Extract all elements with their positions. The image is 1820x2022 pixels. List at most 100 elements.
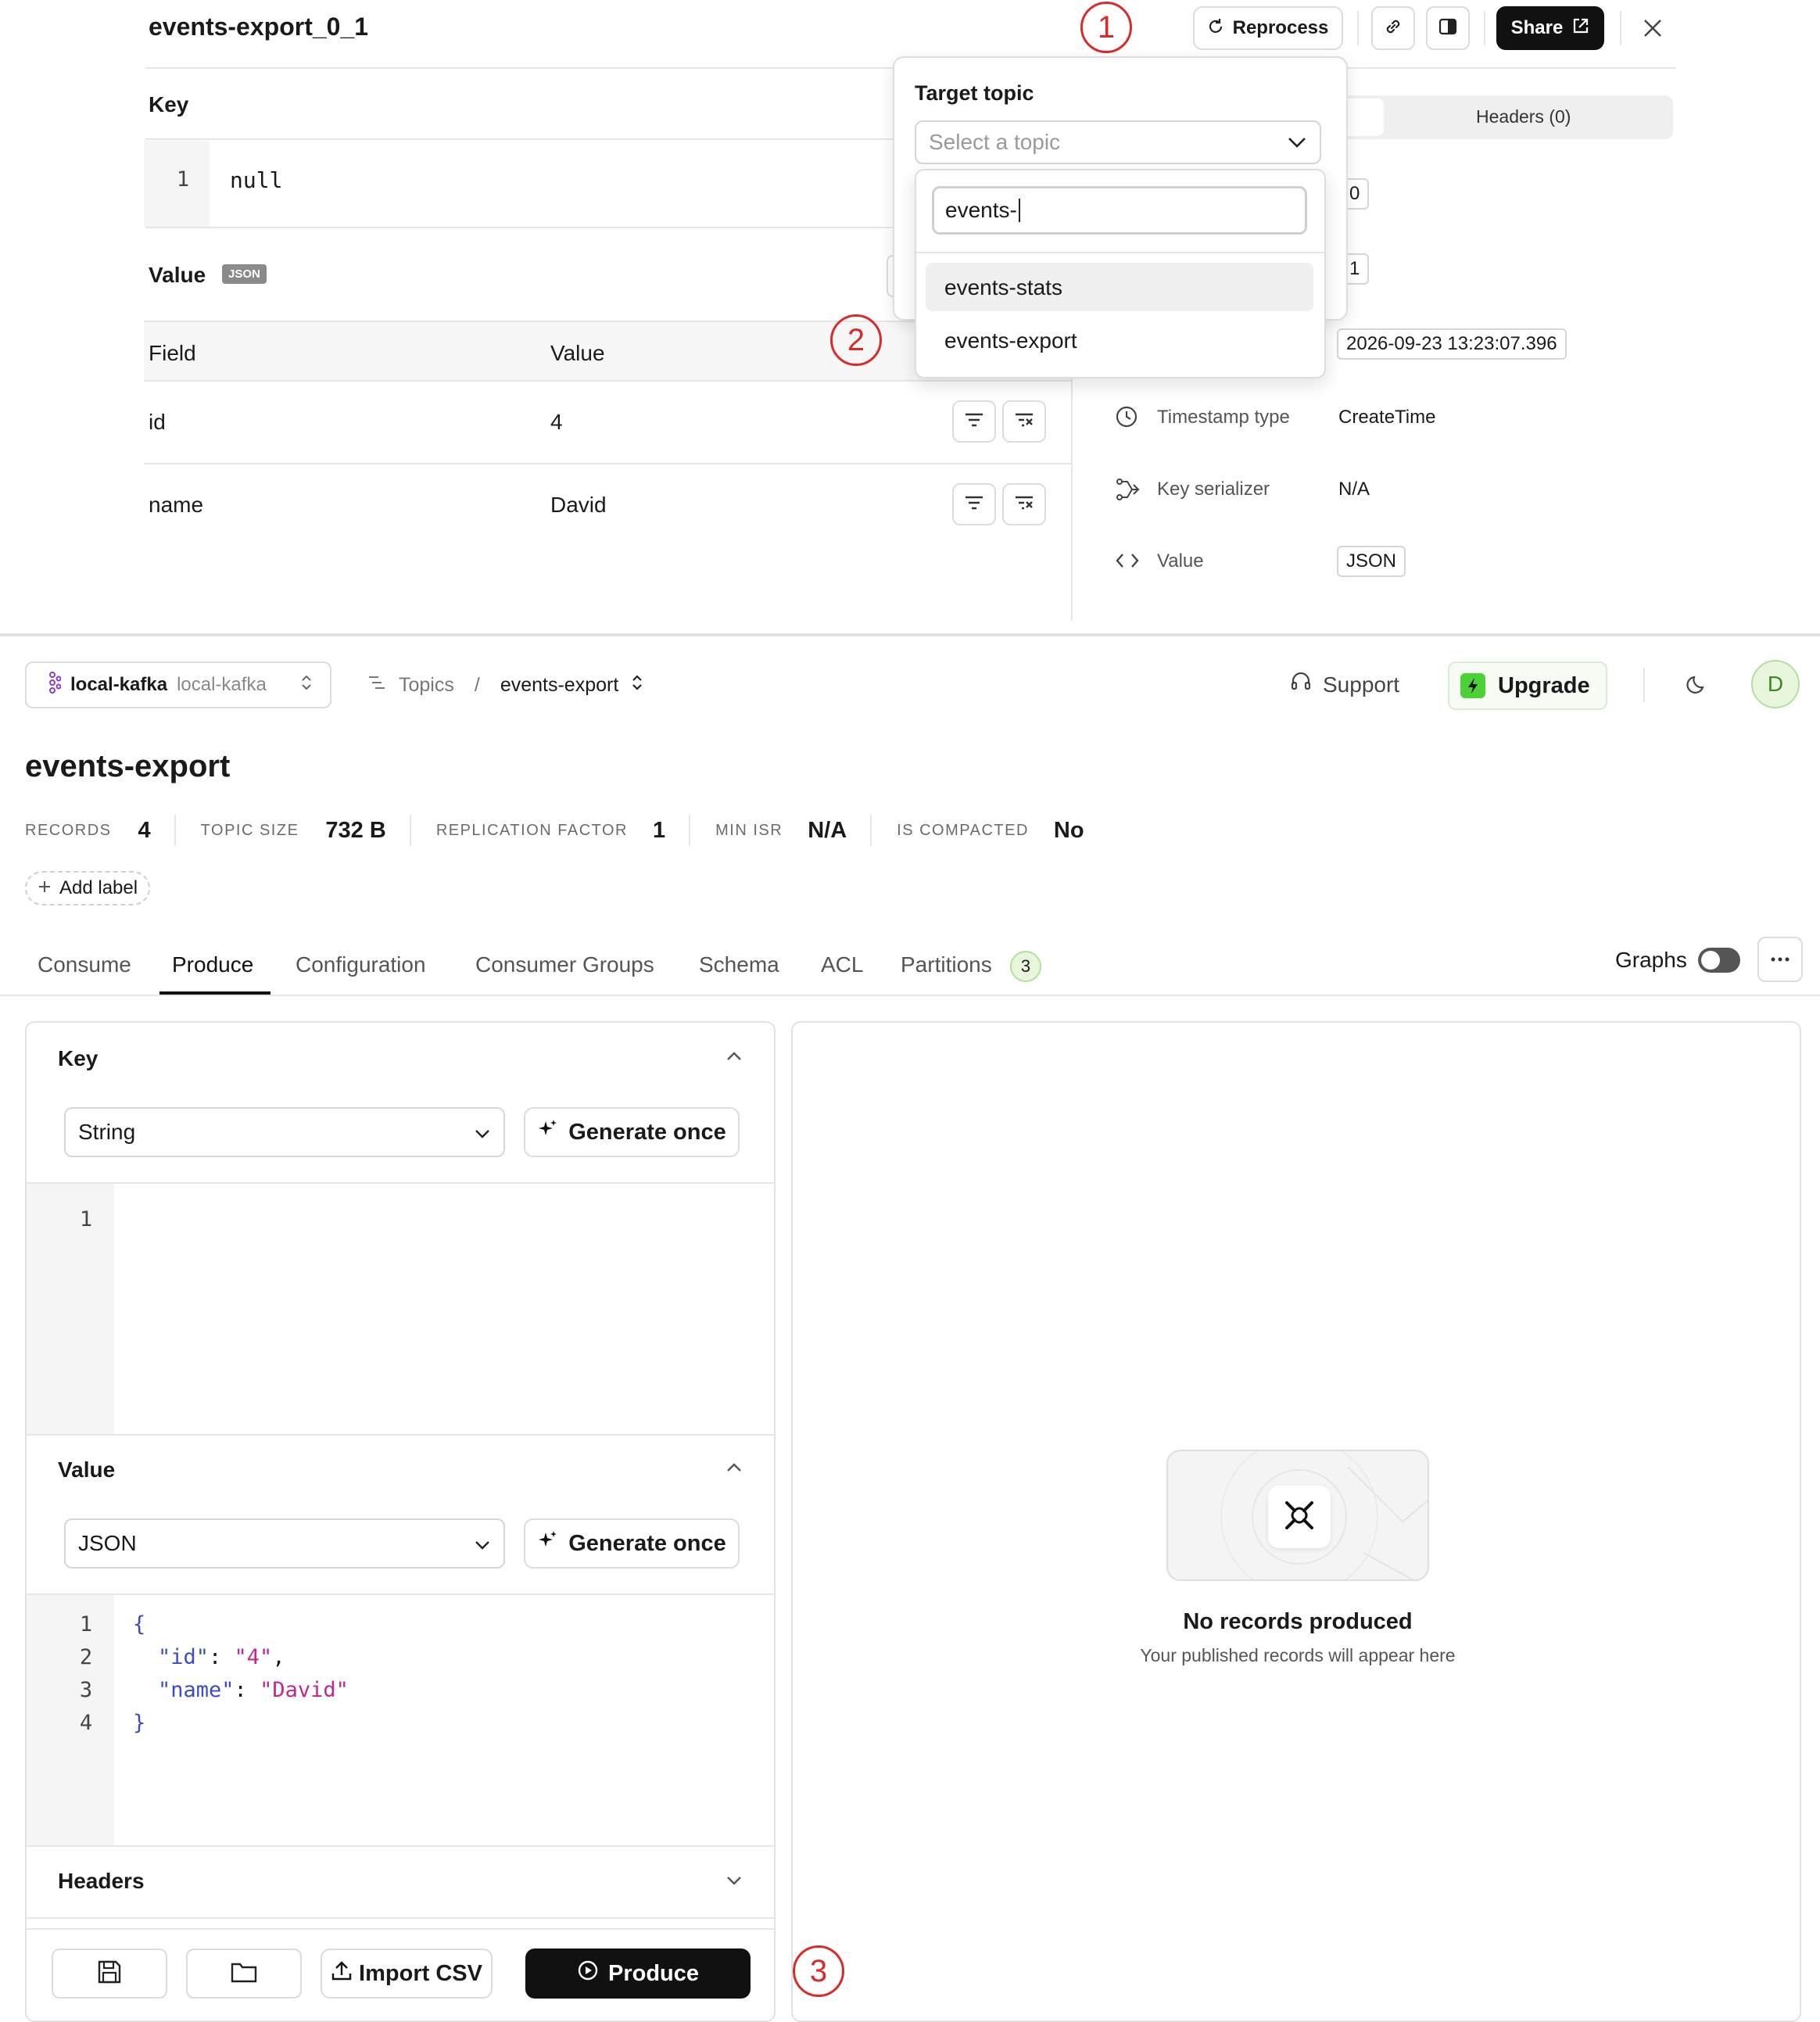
clock-icon xyxy=(1115,405,1138,432)
theme-toggle[interactable] xyxy=(1686,672,1709,700)
stat-value: N/A xyxy=(808,817,847,843)
code-line: "name": "David" xyxy=(158,1678,349,1702)
filter-include-button[interactable] xyxy=(952,400,996,443)
ellipsis-icon xyxy=(1770,952,1790,966)
empty-state-icon-tile xyxy=(1268,1486,1331,1548)
topic-select[interactable]: Select a topic xyxy=(915,120,1321,164)
tab-acl[interactable]: ACL xyxy=(821,952,863,977)
key-format-select[interactable]: String xyxy=(64,1107,505,1157)
empty-state-title: No records produced xyxy=(1183,1609,1413,1634)
key-serializer-icon xyxy=(1115,477,1140,506)
key-generate-button[interactable]: Generate once xyxy=(524,1107,740,1157)
tab-configuration[interactable]: Configuration xyxy=(296,952,426,977)
page-title: events-export xyxy=(25,749,231,783)
code-line: { xyxy=(133,1612,146,1637)
callout-1: 1 xyxy=(1080,2,1132,53)
topic-option-events-stats[interactable]: events-stats xyxy=(926,263,1313,311)
breadcrumb-topics[interactable]: Topics xyxy=(399,674,454,697)
chevron-down-icon[interactable] xyxy=(725,1875,743,1890)
stat-label: IS COMPACTED xyxy=(897,821,1029,839)
generate-label: Generate once xyxy=(568,1530,726,1556)
more-options-button[interactable] xyxy=(1757,937,1803,982)
key-editor[interactable]: 1 xyxy=(27,1184,774,1434)
code-icon xyxy=(1115,550,1140,575)
filter-exclude-button[interactable] xyxy=(1002,400,1046,443)
value-header: Value xyxy=(550,341,605,365)
key-line-number: 1 xyxy=(176,167,190,192)
load-template-button[interactable] xyxy=(186,1949,302,1999)
play-circle-icon xyxy=(577,1959,599,1988)
tab-partitions[interactable]: Partitions xyxy=(901,952,992,977)
chevron-up-icon[interactable] xyxy=(725,1462,743,1477)
value-generate-button[interactable]: Generate once xyxy=(524,1518,740,1568)
import-csv-button[interactable]: Import CSV xyxy=(321,1949,493,1999)
value-editor[interactable]: 1 2 3 4 { "id": "4", "name": "David" } xyxy=(27,1595,774,1845)
topic-option-label: events-stats xyxy=(944,275,1062,299)
timestamp-value: 2026-09-23 13:23:07.396 xyxy=(1337,328,1567,360)
headset-icon xyxy=(1290,671,1312,698)
produce-button[interactable]: Produce xyxy=(525,1949,751,1999)
chevron-up-icon[interactable] xyxy=(725,1051,743,1066)
stats-row: RECORDS 4 TOPIC SIZE 732 B REPLICATION F… xyxy=(25,813,1084,848)
breadcrumb-topic[interactable]: events-export xyxy=(500,674,618,697)
plus-icon xyxy=(38,877,52,899)
empty-state-subtitle: Your published records will appear here xyxy=(1140,1645,1456,1665)
add-label-button[interactable]: Add label xyxy=(25,871,151,905)
value-serializer-value: JSON xyxy=(1337,546,1406,577)
tab-consume[interactable]: Consume xyxy=(38,952,131,977)
toggle-knob xyxy=(1701,951,1720,970)
upgrade-button[interactable]: Upgrade xyxy=(1448,661,1607,710)
value-format-value: JSON xyxy=(78,1531,137,1555)
import-csv-label: Import CSV xyxy=(359,1960,482,1986)
value-format-select[interactable]: JSON xyxy=(64,1518,505,1568)
json-badge: JSON xyxy=(222,264,267,284)
value-section-title: Value xyxy=(58,1457,116,1482)
produce-label: Produce xyxy=(607,1960,700,1986)
graphs-toggle[interactable] xyxy=(1698,948,1740,973)
refresh-icon xyxy=(1208,17,1223,39)
kafka-icon xyxy=(44,671,62,699)
key-format-value: String xyxy=(78,1120,136,1144)
filter-include-button[interactable] xyxy=(952,483,996,525)
record-title: events-export_0_1 xyxy=(149,13,369,41)
topic-search-input[interactable]: events- xyxy=(932,186,1307,235)
copy-link-button[interactable] xyxy=(1371,6,1415,50)
topic-option-label: events-export xyxy=(944,328,1077,353)
moon-icon xyxy=(1686,676,1709,699)
stat-value: 4 xyxy=(138,817,151,843)
partitions-count-badge: 3 xyxy=(1010,951,1041,982)
row-value: 4 xyxy=(550,410,563,434)
key-null-value: null xyxy=(230,167,283,193)
stat-label: REPLICATION FACTOR xyxy=(435,821,628,839)
close-panel-button[interactable] xyxy=(1639,14,1667,42)
timestamp-type-label: Timestamp type xyxy=(1157,407,1290,428)
breadcrumb: Topics / events-export xyxy=(367,671,643,699)
save-icon xyxy=(96,1959,123,1989)
filter-icon xyxy=(964,494,984,515)
code-line: } xyxy=(133,1711,146,1735)
avatar[interactable]: D xyxy=(1751,660,1800,708)
key-line-number: 1 xyxy=(79,1207,93,1231)
topic-select-placeholder: Select a topic xyxy=(929,130,1061,154)
tab-consumer-groups[interactable]: Consumer Groups xyxy=(475,952,654,977)
tab-schema[interactable]: Schema xyxy=(699,952,779,977)
headers-tab[interactable]: Headers (0) xyxy=(1476,106,1571,127)
reprocess-button[interactable]: Reprocess xyxy=(1193,6,1343,50)
sidebar-icon xyxy=(1438,16,1458,41)
stat-value: No xyxy=(1053,817,1084,843)
updown-chevron-icon[interactable] xyxy=(631,673,643,697)
support-link[interactable]: Support xyxy=(1290,671,1399,698)
tab-produce[interactable]: Produce xyxy=(172,952,253,977)
reprocess-label: Reprocess xyxy=(1232,17,1329,38)
save-template-button[interactable] xyxy=(52,1949,167,1999)
key-serializer-value: N/A xyxy=(1338,479,1370,500)
bolt-icon xyxy=(1460,673,1485,698)
filter-exclude-button[interactable] xyxy=(1002,483,1046,525)
toggle-sidebar-button[interactable] xyxy=(1426,6,1470,50)
cluster-switcher[interactable]: local-kafka local-kafka xyxy=(25,661,331,708)
folder-icon xyxy=(230,1960,258,1988)
topic-option-events-export[interactable]: events-export xyxy=(926,316,1313,364)
chevron-down-icon xyxy=(1287,130,1307,155)
share-button[interactable]: Share xyxy=(1496,6,1604,50)
cluster-sub: local-kafka xyxy=(177,674,267,695)
